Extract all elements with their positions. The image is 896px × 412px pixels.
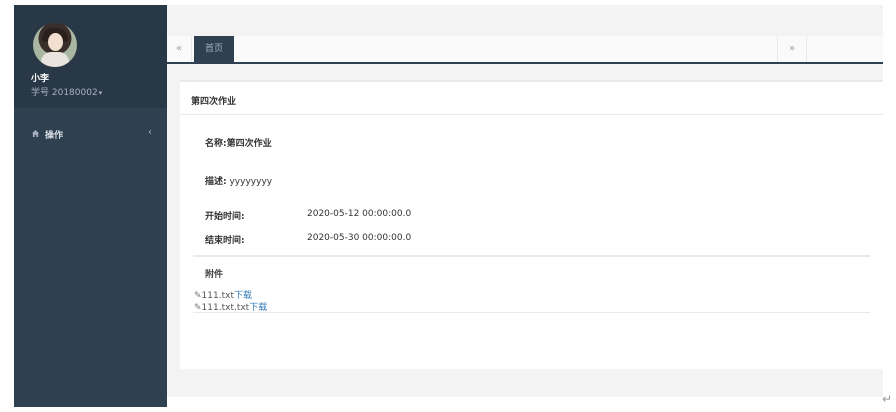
chevron-left-icon: ‹ <box>148 127 152 138</box>
divider <box>180 114 883 115</box>
tab-scroll-left-button[interactable]: « <box>167 36 192 62</box>
caret-down-icon: ▾ <box>98 89 103 97</box>
attachments-title: 附件 <box>205 270 224 280</box>
description-field: 描述: yyyyyyyy <box>205 174 272 187</box>
home-icon <box>32 130 39 137</box>
tab-bar: « 首页 » <box>167 36 883 64</box>
tab-scroll-right-button[interactable]: » <box>777 36 807 62</box>
tab-home[interactable]: 首页 <box>194 36 234 62</box>
sidebar: 小李 学号 20180002▾ 操作 ‹ <box>14 5 167 407</box>
return-arrow-icon: ↵ <box>882 392 893 406</box>
divider <box>193 255 870 257</box>
top-header <box>167 5 883 36</box>
assignment-panel: 第四次作业 名称:第四次作业 描述: yyyyyyyy 开始时间: 2020-0… <box>180 80 883 369</box>
user-name: 小李 <box>31 74 50 84</box>
user-id-dropdown[interactable]: 学号 20180002▾ <box>31 85 102 98</box>
start-time-label: 开始时间: <box>205 212 245 222</box>
avatar[interactable] <box>33 23 77 67</box>
name-value: 第四次作业 <box>226 139 272 149</box>
name-label: 名称: <box>205 139 227 149</box>
name-field: 名称:第四次作业 <box>205 136 272 149</box>
description-value: yyyyyyyy <box>229 177 273 187</box>
end-time-label: 结束时间: <box>205 236 245 246</box>
divider <box>193 312 870 313</box>
sidebar-item-operations[interactable]: 操作 ‹ <box>14 123 167 147</box>
panel-title: 第四次作业 <box>191 97 237 107</box>
user-id-label: 学号 20180002 <box>31 88 98 98</box>
profile-panel: 小李 学号 20180002▾ <box>14 5 167 108</box>
end-time-value: 2020-05-30 00:00:00.0 <box>307 233 412 243</box>
sidebar-item-label: 操作 <box>45 131 64 141</box>
start-time-value: 2020-05-12 00:00:00.0 <box>307 209 412 219</box>
description-label: 描述: <box>205 177 227 187</box>
